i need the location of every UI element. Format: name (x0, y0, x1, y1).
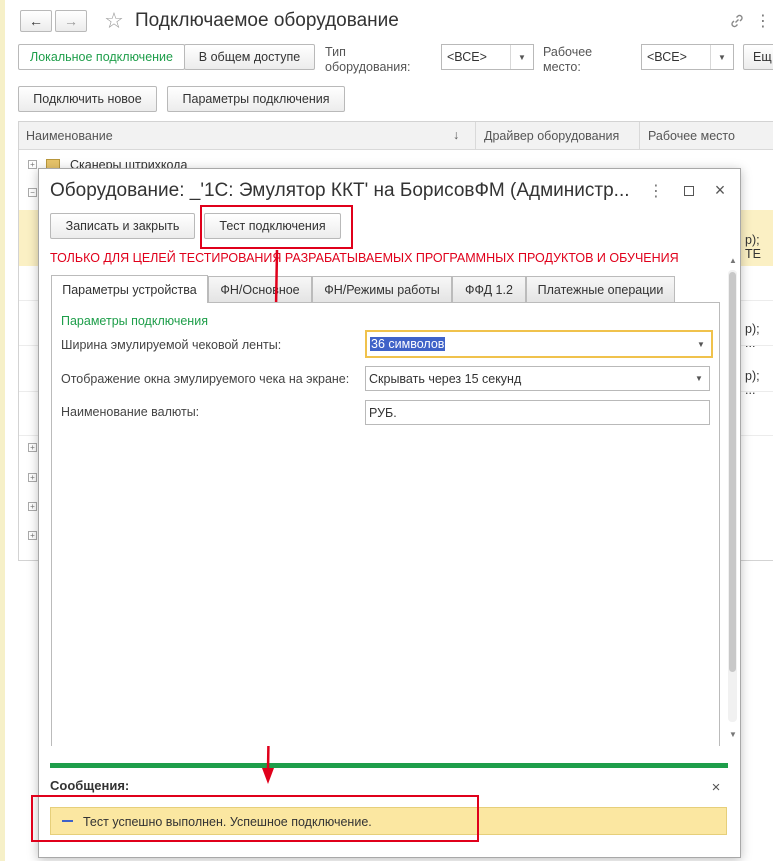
tab-device-params[interactable]: Параметры устройства (51, 275, 208, 303)
receipt-window-label: Отображение окна эмулируемого чека на эк… (61, 372, 350, 386)
receipt-window-value: Скрывать через 15 секунд (369, 371, 522, 386)
section-title: Параметры подключения (61, 314, 208, 328)
currency-label: Наименование валюты: (61, 405, 200, 419)
tape-width-label: Ширина эмулируемой чековой ленты: (61, 338, 282, 352)
tape-width-value: 36 символов (370, 337, 446, 351)
chevron-down-icon[interactable]: ▼ (689, 367, 709, 390)
tape-width-select[interactable]: 36 символов ▼ (365, 330, 713, 358)
currency-value: РУБ. (369, 405, 397, 420)
currency-input[interactable]: РУБ. (365, 400, 710, 425)
chevron-down-icon[interactable]: ▼ (691, 332, 711, 356)
receipt-window-select[interactable]: Скрывать через 15 секунд ▼ (365, 366, 710, 391)
